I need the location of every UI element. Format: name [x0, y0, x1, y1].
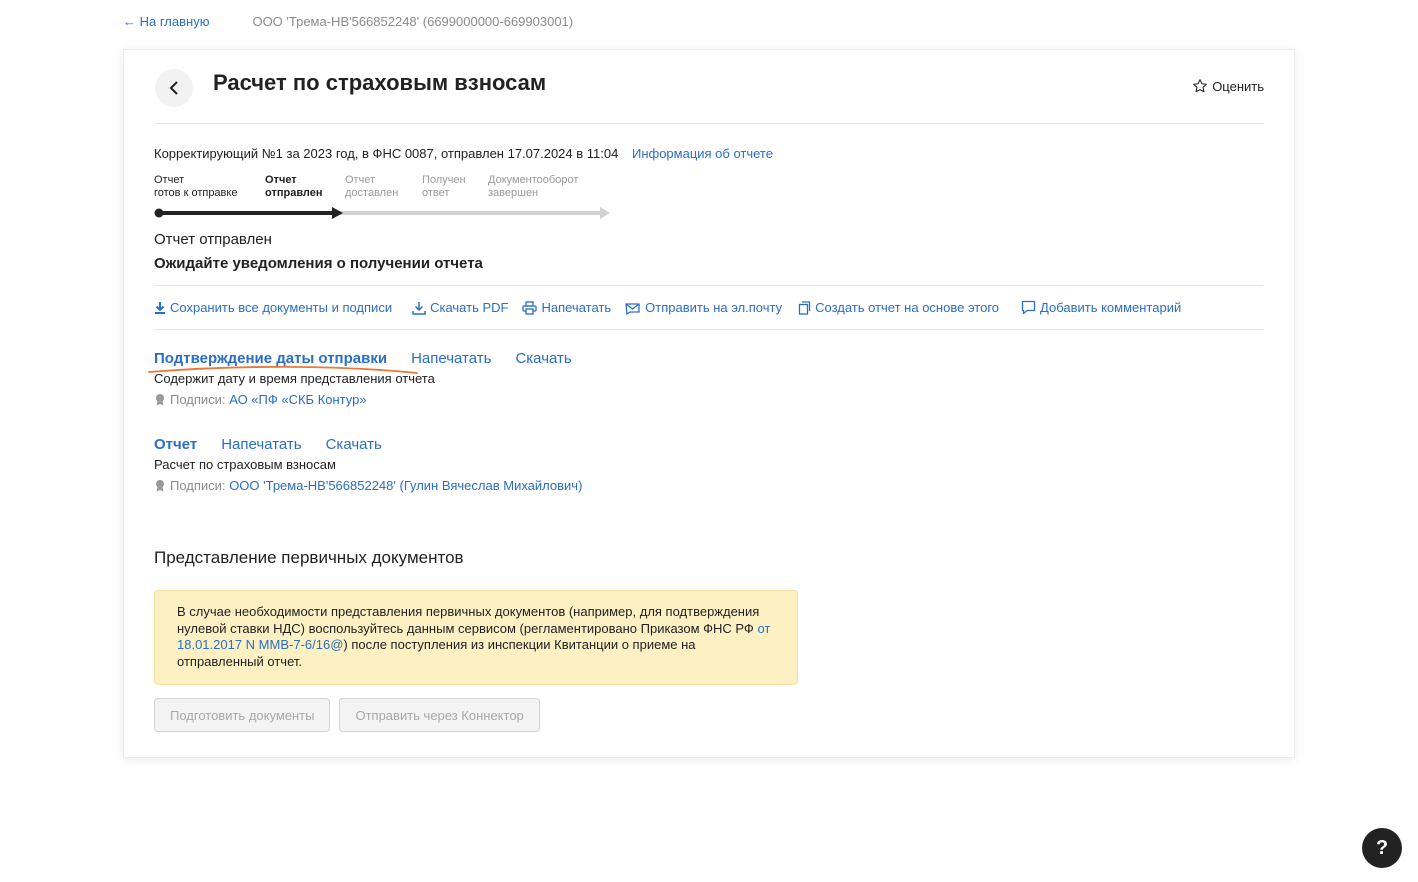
- signature-icon: [156, 480, 164, 492]
- actions-bar: Сохранить все документы и подписи Скачат…: [154, 285, 1263, 330]
- doc-confirmation-signatures: Подписи: АО «ПФ «СКБ Контур»: [154, 392, 596, 407]
- primary-docs-notice: В случае необходимости представления пер…: [154, 590, 798, 685]
- add-comment-button[interactable]: Добавить комментарий: [1021, 300, 1181, 315]
- page-title: Расчет по страховым взносам: [213, 70, 547, 95]
- doc-report-signatures: Подписи: ООО 'Трема-НВ'566852248' (Гулин…: [154, 478, 582, 493]
- back-button[interactable]: [155, 69, 193, 107]
- doc-report-download[interactable]: Скачать: [326, 436, 382, 453]
- org-name: ООО 'Трема-НВ'566852248' (6699000000-669…: [252, 14, 574, 29]
- doc-confirmation: Подтверждение даты отправки Напечатать С…: [154, 350, 596, 407]
- print-button[interactable]: Напечатать: [522, 300, 611, 315]
- help-button[interactable]: ?: [1362, 828, 1402, 868]
- send-connector-button[interactable]: Отправить через Коннектор: [339, 698, 540, 732]
- download-icon: [155, 301, 165, 314]
- create-report-button[interactable]: Создать отчет на основе этого: [798, 300, 999, 315]
- report-meta-text: Корректирующий №1 за 2023 год, в ФНС 008…: [154, 146, 619, 161]
- primary-docs-title: Представление первичных документов: [154, 548, 464, 567]
- rate-label: Оценить: [1212, 78, 1264, 94]
- report-header: Расчет по страховым взносам Оценить: [155, 69, 1264, 124]
- comment-icon: [1021, 300, 1036, 315]
- primary-docs-buttons: Подготовить документы Отправить через Ко…: [154, 698, 540, 732]
- highlight-underline: [148, 365, 418, 374]
- progress-bar: [154, 207, 610, 219]
- save-all-button[interactable]: Сохранить все документы и подписи: [154, 300, 392, 315]
- printer-icon: [522, 300, 538, 315]
- doc-report-print[interactable]: Напечатать: [221, 436, 301, 453]
- download-pdf-button[interactable]: Скачать PDF: [412, 300, 508, 315]
- report-info-link[interactable]: Информация об отчете: [632, 146, 773, 161]
- step-ready: Отчет готов к отправке: [154, 174, 238, 199]
- topbar: ← На главную ООО 'Трема-НВ'566852248' (6…: [123, 14, 573, 29]
- step-complete: Документооборот завершен: [488, 174, 579, 199]
- step-sent: Отчет отправлен: [265, 174, 323, 199]
- doc-report-title[interactable]: Отчет: [154, 436, 197, 453]
- doc-report: Отчет Напечатать Скачать Расчет по страх…: [154, 436, 582, 493]
- send-email-button[interactable]: Отправить на эл.почту: [625, 300, 782, 315]
- doc-report-signer[interactable]: ООО 'Трема-НВ'566852248' (Гулин Вячеслав…: [229, 478, 582, 493]
- rate-button[interactable]: Оценить: [1192, 78, 1264, 94]
- doc-confirmation-download[interactable]: Скачать: [515, 350, 571, 367]
- doc-report-desc: Расчет по страховым взносам: [154, 457, 336, 472]
- status-hint: Ожидайте уведомления о получении отчета: [154, 255, 483, 272]
- star-icon: [1193, 79, 1208, 93]
- step-delivered: Отчет доставлен: [345, 174, 399, 199]
- doc-confirmation-print[interactable]: Напечатать: [411, 350, 491, 367]
- report-card: Расчет по страховым взносам Оценить Корр…: [123, 49, 1295, 758]
- mail-icon: [625, 302, 640, 315]
- step-response: Получен ответ: [422, 174, 466, 199]
- doc-confirmation-signer[interactable]: АО «ПФ «СКБ Контур»: [229, 392, 366, 407]
- copy-icon: [798, 300, 811, 315]
- download-pdf-icon: [412, 301, 426, 315]
- status-text: Отчет отправлен: [154, 231, 272, 248]
- prepare-documents-button[interactable]: Подготовить документы: [154, 698, 331, 732]
- chevron-left-icon: [169, 81, 178, 95]
- report-meta: Корректирующий №1 за 2023 год, в ФНС 008…: [154, 146, 773, 161]
- signature-icon: [156, 394, 164, 406]
- home-link[interactable]: ← На главную: [123, 14, 209, 29]
